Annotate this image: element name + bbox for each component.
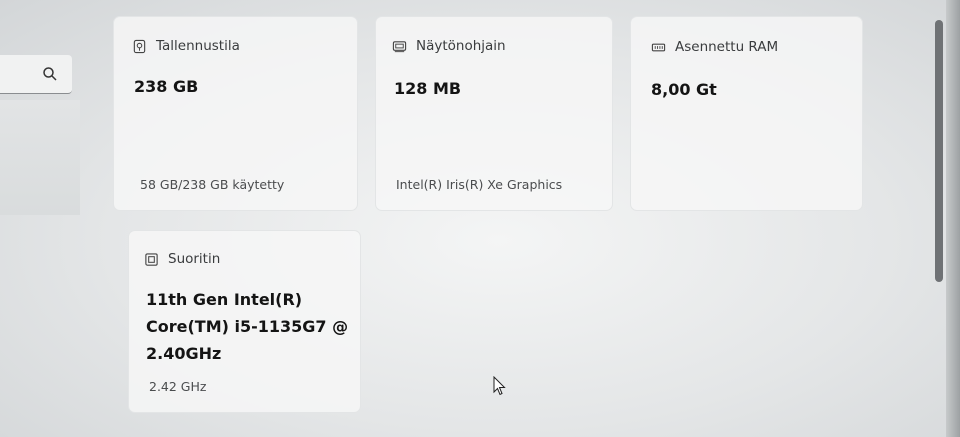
nav-panel-edge <box>0 100 80 215</box>
display-adapter-icon <box>392 40 407 52</box>
storage-icon <box>133 39 146 53</box>
search-icon[interactable] <box>42 66 58 82</box>
processor-card[interactable]: Suoritin 11th Gen Intel(R) Core(TM) i5-1… <box>128 230 361 413</box>
processor-model-line-1: 11th Gen Intel(R) <box>146 290 303 309</box>
storage-usage: 58 GB/238 GB käytetty <box>140 177 285 192</box>
processor-title: Suoritin <box>168 251 221 267</box>
processor-model: 11th Gen Intel(R) Core(TM) i5-1135G7 @ 2… <box>146 286 348 367</box>
processor-model-line-3: 2.40GHz <box>146 344 222 363</box>
installed-ram-card[interactable]: Asennettu RAM 8,00 Gt <box>630 16 863 211</box>
storage-title: Tallennustila <box>156 38 240 54</box>
mouse-pointer-icon <box>493 376 506 396</box>
installed-ram-title: Asennettu RAM <box>675 39 779 55</box>
storage-card[interactable]: Tallennustila 238 GB 58 GB/238 GB käytet… <box>113 16 358 211</box>
scrollbar-thumb[interactable] <box>935 20 943 282</box>
display-adapter-name: Intel(R) Iris(R) Xe Graphics <box>396 177 563 192</box>
window-edge <box>946 0 960 437</box>
installed-ram-value: 8,00 Gt <box>651 80 717 99</box>
memory-icon <box>651 43 666 51</box>
storage-value: 238 GB <box>134 77 199 96</box>
processor-model-line-2: Core(TM) i5-1135G7 @ <box>146 317 349 336</box>
display-adapter-title: Näytönohjain <box>416 38 506 54</box>
display-adapter-card[interactable]: Näytönohjain 128 MB Intel(R) Iris(R) Xe … <box>375 16 613 211</box>
processor-icon <box>145 252 158 266</box>
display-adapter-memory: 128 MB <box>394 79 462 98</box>
search-input[interactable] <box>0 55 72 94</box>
processor-speed: 2.42 GHz <box>149 379 207 394</box>
